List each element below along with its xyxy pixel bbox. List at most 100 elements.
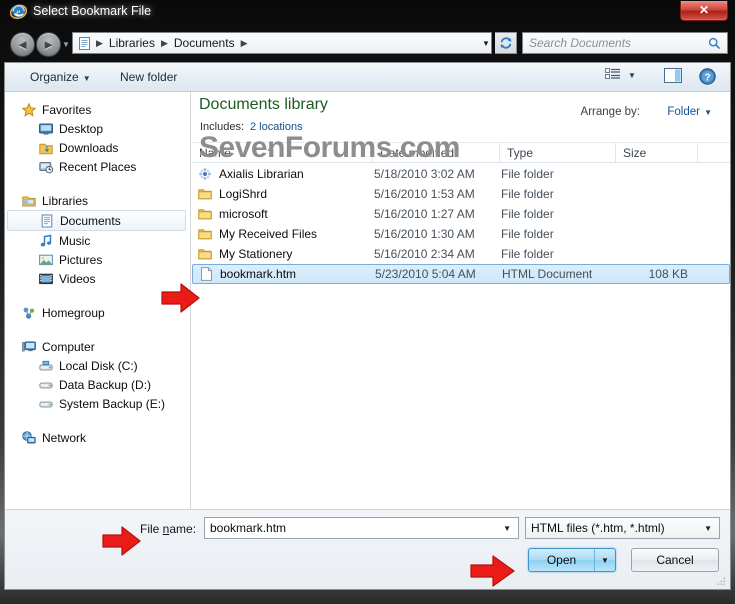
- history-dropdown-icon[interactable]: ▼: [62, 40, 70, 49]
- table-row[interactable]: LogiShrd 5/16/2010 1:53 AM File folder: [192, 184, 730, 204]
- table-row[interactable]: Axialis Librarian 5/18/2010 3:02 AM File…: [192, 164, 730, 184]
- sidebar-item-network[interactable]: Network: [5, 428, 190, 447]
- library-includes-label: Includes:: [200, 121, 245, 133]
- forward-button[interactable]: ►: [36, 32, 61, 57]
- library-includes-link[interactable]: 2 locations: [250, 121, 303, 133]
- column-header-size[interactable]: Size: [616, 143, 698, 163]
- file-type: File folder: [501, 247, 554, 261]
- sidebar-label: Homegroup: [42, 305, 105, 320]
- close-button[interactable]: ✕: [680, 1, 728, 21]
- change-view-button[interactable]: ▼: [605, 68, 636, 83]
- sidebar-label: Network: [42, 430, 87, 445]
- chevron-down-icon[interactable]: ▼: [704, 524, 712, 533]
- organize-label: Organize: [30, 70, 79, 84]
- sidebar-label: Computer: [42, 339, 95, 354]
- resize-grip[interactable]: [715, 575, 727, 587]
- sidebar-item-music[interactable]: Music: [5, 231, 190, 250]
- file-list[interactable]: Axialis Librarian 5/18/2010 3:02 AM File…: [192, 164, 730, 559]
- file-type-filter-value: HTML files (*.htm, *.html): [531, 521, 665, 535]
- table-row[interactable]: microsoft 5/16/2010 1:27 AM File folder: [192, 204, 730, 224]
- search-input[interactable]: Search Documents: [529, 36, 708, 50]
- breadcrumb-libraries[interactable]: Libraries: [107, 36, 157, 50]
- column-header-date-modified[interactable]: Date modified: [373, 143, 500, 163]
- sidebar-label: Downloads: [59, 140, 119, 155]
- pictures-icon: [38, 252, 54, 268]
- refresh-button[interactable]: [495, 32, 517, 54]
- table-row-selected[interactable]: bookmark.htm 5/23/2010 5:04 AM HTML Docu…: [192, 264, 730, 284]
- chevron-down-icon: ▼: [628, 71, 636, 80]
- sidebar-item-computer[interactable]: Computer: [5, 337, 190, 356]
- search-box[interactable]: Search Documents: [522, 32, 728, 54]
- preview-pane-button[interactable]: [664, 68, 682, 87]
- axialis-folder-icon: [197, 166, 213, 182]
- file-name: bookmark.htm: [220, 267, 297, 281]
- organize-button[interactable]: Organize ▼: [25, 68, 96, 87]
- homegroup-icon: [21, 305, 37, 321]
- view-options-icon: [605, 68, 620, 79]
- sidebar-item-videos[interactable]: Videos: [5, 269, 190, 288]
- file-size: 108 KB: [648, 267, 688, 281]
- file-type: File folder: [501, 227, 554, 241]
- file-name: Axialis Librarian: [219, 167, 304, 181]
- table-row[interactable]: My Received Files 5/16/2010 1:30 AM File…: [192, 224, 730, 244]
- sidebar-label: Documents: [60, 213, 121, 228]
- sidebar-item-system-backup-e[interactable]: System Backup (E:): [5, 394, 190, 413]
- file-name-label: File name:: [140, 522, 197, 536]
- folder-icon: [197, 206, 213, 222]
- navigation-sidebar[interactable]: Favorites Desktop Downloads Recent Place…: [5, 92, 191, 559]
- file-type: File folder: [501, 187, 554, 201]
- svg-text:e: e: [16, 7, 20, 17]
- search-icon: [708, 37, 721, 49]
- folder-icon: [197, 226, 213, 242]
- arrange-by-value[interactable]: Folder: [667, 106, 700, 118]
- open-button[interactable]: Open ▼: [528, 548, 616, 572]
- sidebar-item-documents[interactable]: Documents: [7, 210, 186, 231]
- file-name-input[interactable]: bookmark.htm ▼: [204, 517, 519, 539]
- column-header-name[interactable]: Name: [192, 143, 373, 163]
- sidebar-item-local-disk-c[interactable]: Local Disk (C:): [5, 356, 190, 375]
- folder-icon: [197, 246, 213, 262]
- music-icon: [38, 233, 54, 249]
- file-type-filter-select[interactable]: HTML files (*.htm, *.html) ▼: [525, 517, 720, 539]
- file-name-value[interactable]: bookmark.htm: [210, 521, 503, 535]
- sidebar-item-libraries[interactable]: Libraries: [5, 191, 190, 210]
- internet-explorer-icon: e: [10, 4, 27, 20]
- sidebar-label: Music: [59, 233, 91, 248]
- file-date: 5/16/2010 1:53 AM: [374, 187, 475, 201]
- svg-text:?: ?: [704, 72, 710, 83]
- sidebar-item-recent-places[interactable]: Recent Places: [5, 157, 190, 176]
- file-date: 5/23/2010 5:04 AM: [375, 267, 476, 281]
- folder-icon: [197, 186, 213, 202]
- address-dropdown-icon[interactable]: ▼: [478, 32, 494, 54]
- chevron-down-icon[interactable]: ▼: [503, 524, 511, 533]
- cancel-button[interactable]: Cancel: [631, 548, 719, 572]
- table-row[interactable]: My Stationery 5/16/2010 2:34 AM File fol…: [192, 244, 730, 264]
- sidebar-label: Recent Places: [59, 159, 137, 174]
- forward-arrow-icon: ►: [42, 37, 55, 52]
- star-icon: [21, 102, 37, 118]
- sidebar-label: Favorites: [42, 102, 92, 117]
- open-dropdown-icon[interactable]: ▼: [594, 549, 615, 571]
- chevron-down-icon[interactable]: ▼: [704, 108, 712, 117]
- new-folder-button[interactable]: New folder: [115, 68, 182, 87]
- sidebar-item-homegroup[interactable]: Homegroup: [5, 303, 190, 322]
- address-bar-row: ◄ ► ▼ ▶ Libraries ▶ Documents ▶ ▼ Search…: [3, 25, 732, 60]
- html-file-icon: [198, 266, 214, 282]
- address-bar[interactable]: ▶ Libraries ▶ Documents ▶: [72, 32, 492, 54]
- sidebar-item-favorites[interactable]: Favorites: [5, 100, 190, 119]
- chevron-down-icon: ▼: [82, 74, 91, 83]
- sidebar-item-data-backup-d[interactable]: Data Backup (D:): [5, 375, 190, 394]
- sidebar-item-downloads[interactable]: Downloads: [5, 138, 190, 157]
- breadcrumb-documents[interactable]: Documents: [172, 36, 237, 50]
- file-picker-window: e Select Bookmark File ✕ ◄ ► ▼ ▶ Librari…: [0, 0, 735, 604]
- arrange-by-label: Arrange by:: [580, 106, 640, 118]
- file-type: File folder: [501, 207, 554, 221]
- drive-icon: [38, 377, 54, 393]
- sidebar-item-pictures[interactable]: Pictures: [5, 250, 190, 269]
- sidebar-item-desktop[interactable]: Desktop: [5, 119, 190, 138]
- column-header-type[interactable]: Type: [500, 143, 616, 163]
- library-title: Documents library: [199, 96, 328, 113]
- help-button[interactable]: ?: [699, 68, 716, 88]
- documents-icon: [39, 213, 55, 229]
- back-button[interactable]: ◄: [10, 32, 35, 57]
